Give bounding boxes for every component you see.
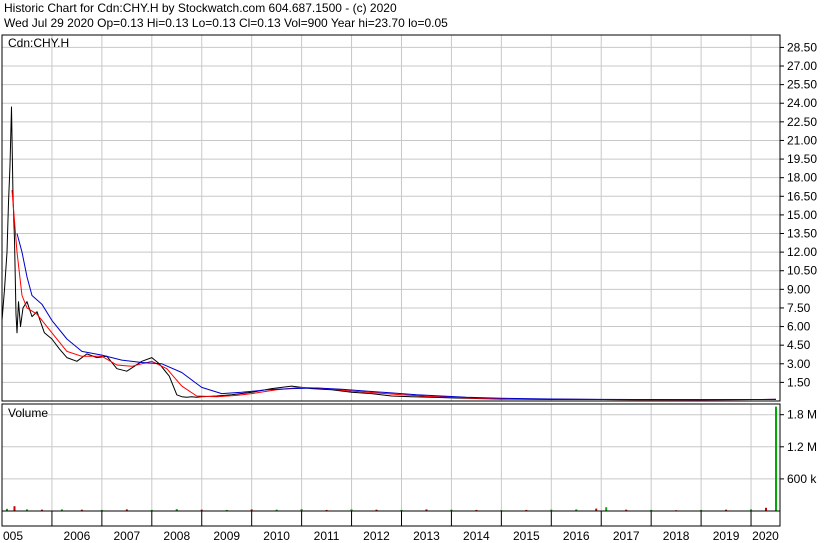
- price-tick-label: 4.50: [787, 338, 811, 352]
- price-tick-label: 24.00: [787, 96, 817, 110]
- price-tick-label: 1.50: [787, 375, 811, 389]
- x-axis-year-label: 2016: [563, 529, 590, 543]
- volume-panel-frame: [1, 403, 781, 512]
- price-panel-frame: [1, 34, 781, 402]
- chart-stage: Historic Chart for Cdn:CHY.H by Stockwat…: [0, 0, 830, 543]
- x-axis-year-label: 2011: [314, 529, 340, 543]
- price-tick-label: 13.50: [787, 227, 817, 241]
- price-tick-label: 19.50: [787, 152, 817, 166]
- price-tick-label: 22.50: [787, 115, 817, 129]
- price-tick-label: 3.00: [787, 357, 811, 371]
- volume-tick-label: 1.8 M: [787, 408, 817, 422]
- grid: [2, 35, 780, 511]
- x-axis-year-label: 2006: [64, 529, 91, 543]
- x-axis-frame: [1, 510, 781, 527]
- x-axis-year-label: 2008: [163, 529, 190, 543]
- x-axis-year-label: 005: [3, 529, 23, 543]
- long-moving-average-line: [16, 233, 777, 401]
- price-line: [1, 106, 777, 401]
- x-axis-year-label: 2017: [613, 529, 640, 543]
- volume-panel: [5, 406, 778, 511]
- symbol-label: Cdn:CHY.H: [8, 36, 69, 50]
- price-tick-label: 10.50: [787, 264, 817, 278]
- price-tick-label: 25.50: [787, 78, 817, 92]
- short-moving-average-line: [11, 190, 777, 401]
- x-axis-year-label: 2020: [752, 529, 779, 543]
- volume-tick-label: 600 k: [787, 472, 817, 486]
- x-axis-year-label: 2018: [663, 529, 690, 543]
- x-axis-year-label: 2019: [713, 529, 740, 543]
- price-tick-label: 12.00: [787, 245, 817, 259]
- x-axis-year-label: 2010: [263, 529, 290, 543]
- volume-tick-label: 1.2 M: [787, 440, 817, 454]
- price-volume-chart: 1.50 3.00 4.50 6.00 7.50 9.00 10.50 12.00 13.50 1…: [1, 34, 817, 543]
- price-tick-label: 6.00: [787, 320, 811, 334]
- x-axis-year-label: 2015: [513, 529, 540, 543]
- x-axis-year-label: 2014: [463, 529, 490, 543]
- price-tick-label: 9.00: [787, 282, 811, 296]
- price-tick-label: 21.00: [787, 133, 817, 147]
- price-tick-label: 15.00: [787, 208, 817, 222]
- price-panel: [1, 106, 777, 401]
- x-axis-year-label: 2007: [113, 529, 140, 543]
- x-axis-year-label: 2013: [413, 529, 440, 543]
- price-tick-label: 28.50: [787, 40, 817, 54]
- x-axis-year-label: 2012: [363, 529, 390, 543]
- volume-label: Volume: [8, 406, 48, 420]
- price-tick-label: 7.50: [787, 301, 811, 315]
- price-tick-label: 27.00: [787, 59, 817, 73]
- x-axis-year-label: 2009: [213, 529, 240, 543]
- price-tick-label: 18.00: [787, 171, 817, 185]
- price-tick-label: 16.50: [787, 189, 817, 203]
